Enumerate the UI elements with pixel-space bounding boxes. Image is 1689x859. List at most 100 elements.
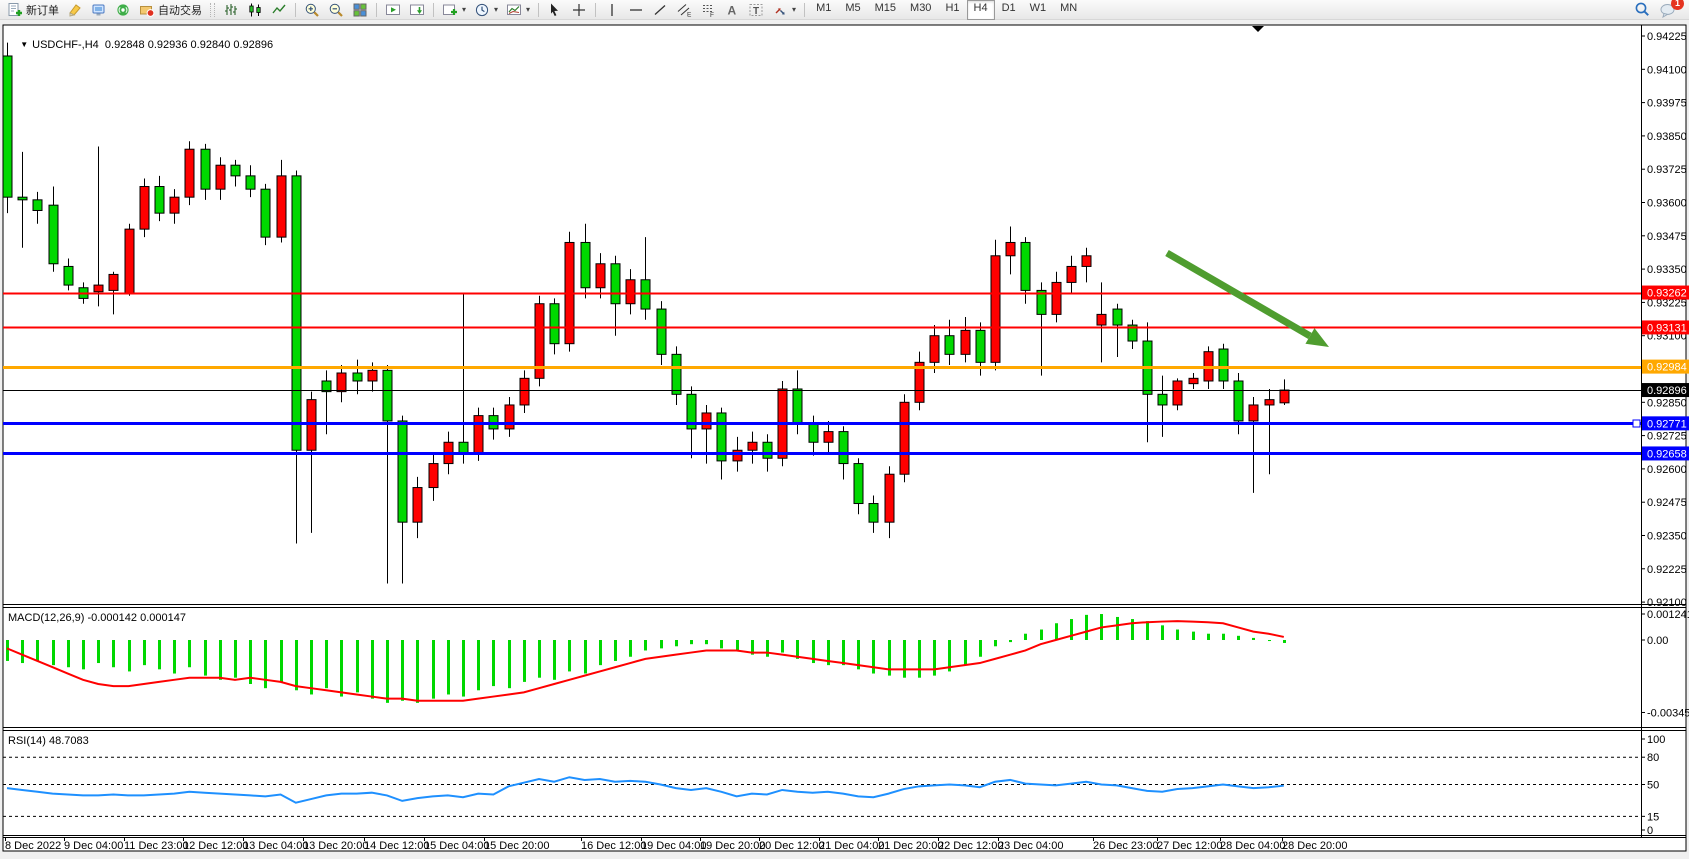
time-tick-label: 16 Dec 12:00 [581, 840, 646, 852]
zoom-in-button[interactable] [300, 0, 324, 20]
vertical-line-button[interactable] [600, 0, 624, 20]
trendline-icon [652, 2, 668, 18]
text-label-button[interactable]: T [744, 0, 768, 20]
auto-scroll-button[interactable] [381, 0, 405, 20]
time-tick-label: 9 Dec 04:00 [64, 840, 123, 852]
chevron-down-icon: ▾ [494, 5, 498, 14]
chart-canvas[interactable]: 0.942250.941000.939750.938500.937250.936… [0, 0, 1689, 859]
quote-line: ▼USDCHF-,H4 0.92848 0.92936 0.92840 0.92… [8, 27, 273, 63]
cursor-button[interactable] [543, 0, 567, 20]
bar-chart-icon [223, 2, 239, 18]
price-badge-0.92896: 0.92896 [1647, 385, 1687, 397]
auto-scroll-icon [385, 2, 401, 18]
price-tick-label: 0.93850 [1647, 131, 1687, 143]
horizontal-line-icon [628, 2, 644, 18]
price-badge-0.93131: 0.93131 [1647, 322, 1687, 334]
text-button[interactable]: A [720, 0, 744, 20]
zoom-in-icon [304, 2, 320, 18]
symbol-period: USDCHF-,H4 [32, 39, 99, 51]
horizontal-line-button[interactable] [624, 0, 648, 20]
tf-m5-button[interactable]: M5 [838, 0, 867, 20]
fibonacci-button[interactable]: F [696, 0, 720, 20]
tf-m1-button[interactable]: M1 [809, 0, 838, 20]
indicators-icon [442, 2, 458, 18]
hosting-icon [91, 2, 107, 18]
time-tick-label: 21 Dec 04:00 [819, 840, 884, 852]
bar-chart-button[interactable] [219, 0, 243, 20]
time-tick-label: 28 Dec 04:00 [1220, 840, 1285, 852]
rsi-tick-label: 15 [1647, 811, 1659, 823]
toolbar-separator [433, 3, 434, 17]
tf-m15-button[interactable]: M15 [868, 0, 903, 20]
notifications-button[interactable]: 1 [1655, 0, 1681, 20]
rsi-tick-label: 0 [1647, 825, 1653, 837]
price-tick-label: 0.92850 [1647, 397, 1687, 409]
toolbar-separator [595, 3, 596, 17]
price-tick-label: 0.93725 [1647, 164, 1687, 176]
time-tick-label: 11 Dec 23:00 [124, 840, 189, 852]
crosshair-icon [571, 2, 587, 18]
search-button[interactable] [1630, 0, 1655, 20]
svg-text:F: F [710, 12, 714, 18]
tf-w1-button[interactable]: W1 [1023, 0, 1054, 20]
time-tick-label: 19 Dec 04:00 [641, 840, 706, 852]
template-icon [506, 2, 522, 18]
time-tick-label: 15 Dec 04:00 [424, 840, 489, 852]
candlestick-chart-button[interactable] [243, 0, 267, 20]
equidistant-channel-button[interactable]: E [672, 0, 696, 20]
tile-windows-button[interactable] [348, 0, 372, 20]
signals-button[interactable] [111, 0, 135, 20]
price-tick-label: 0.93975 [1647, 98, 1687, 110]
periods-button[interactable]: ▾ [470, 0, 502, 20]
marker-button[interactable] [63, 0, 87, 20]
tf-h1-button[interactable]: H1 [938, 0, 966, 20]
tf-m30-button[interactable]: M30 [903, 0, 938, 20]
price-badge-0.92658: 0.92658 [1647, 448, 1687, 460]
crosshair-button[interactable] [567, 0, 591, 20]
tf-d1-button[interactable]: D1 [995, 0, 1023, 20]
line-chart-button[interactable] [267, 0, 291, 20]
vertical-line-icon [604, 2, 620, 18]
macd-tick-label: 0.001241 [1647, 609, 1689, 621]
price-tick-label: 0.92600 [1647, 464, 1687, 476]
virtual-hosting-button[interactable] [87, 0, 111, 20]
price-badge-0.92984: 0.92984 [1647, 362, 1687, 374]
svg-text:E: E [687, 11, 692, 18]
time-tick-label: 19 Dec 20:00 [700, 840, 765, 852]
notification-badge: 1 [1671, 0, 1684, 10]
autotrading-button[interactable]: 自动交易 [135, 0, 206, 20]
indicators-button[interactable]: ▾ [438, 0, 470, 20]
toolbar-separator [538, 3, 539, 17]
macd-indicator-label: MACD(12,26,9) -0.000142 0.000147 [8, 612, 186, 624]
macd-tick-label: 0.00 [1647, 635, 1668, 647]
time-axis[interactable]: 8 Dec 20229 Dec 04:0011 Dec 23:0012 Dec … [5, 837, 1347, 852]
rsi-tick-label: 50 [1647, 780, 1659, 792]
arrows-button[interactable]: ▾ [768, 0, 800, 20]
templates-button[interactable]: ▾ [502, 0, 534, 20]
new-order-icon [7, 2, 23, 18]
channel-icon: E [676, 2, 692, 18]
price-badge-0.93262: 0.93262 [1647, 288, 1687, 300]
tf-h4-button[interactable]: H4 [967, 0, 995, 20]
time-tick-label: 22 Dec 12:00 [938, 840, 1003, 852]
text-label-icon: T [748, 2, 764, 18]
new-order-button[interactable]: 新订单 [3, 0, 63, 20]
toolbar-separator [804, 3, 805, 17]
price-tick-label: 0.94100 [1647, 64, 1687, 76]
rsi-tick-label: 80 [1647, 752, 1659, 764]
zoom-out-button[interactable] [324, 0, 348, 20]
main-toolbar: 新订单 自动交易 [0, 0, 1689, 20]
chart-shift-button[interactable] [405, 0, 429, 20]
text-icon: A [724, 2, 740, 18]
price-tick-label: 0.93350 [1647, 264, 1687, 276]
tile-windows-icon [352, 2, 368, 18]
price-tick-label: 0.93475 [1647, 231, 1687, 243]
zoom-out-icon [328, 2, 344, 18]
trendline-button[interactable] [648, 0, 672, 20]
time-tick-label: 23 Dec 04:00 [998, 840, 1063, 852]
time-tick-label: 27 Dec 12:00 [1157, 840, 1222, 852]
quote-ohlc: 0.92848 0.92936 0.92840 0.92896 [105, 39, 273, 51]
time-tick-label: 14 Dec 12:00 [364, 840, 429, 852]
tf-mn-button[interactable]: MN [1053, 0, 1084, 20]
line-selection-handle[interactable] [1633, 420, 1640, 427]
